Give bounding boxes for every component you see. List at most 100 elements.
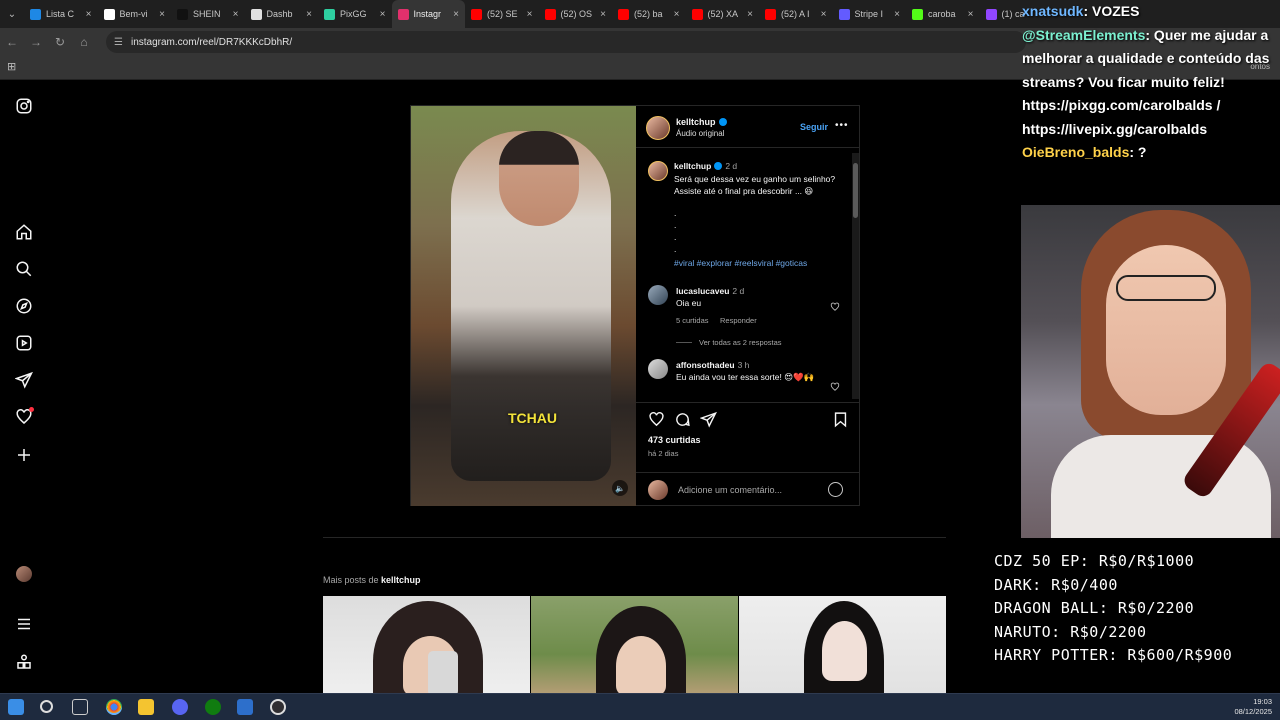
share-icon[interactable]: [699, 411, 717, 428]
create-icon[interactable]: [14, 445, 34, 465]
tab-close-icon[interactable]: ×: [380, 9, 386, 20]
reel-video[interactable]: TCHAU 🔈: [411, 106, 636, 506]
reels-icon[interactable]: [14, 333, 34, 353]
browser-tab[interactable]: SHEIN ×: [171, 0, 245, 28]
likes-count[interactable]: 473 curtidas: [648, 435, 701, 445]
browser-tab[interactable]: Stripe I ×: [833, 0, 907, 28]
comment-avatar[interactable]: [648, 285, 668, 305]
caption-avatar[interactable]: [648, 161, 668, 181]
tab-close-icon[interactable]: ×: [453, 9, 459, 20]
browser-tab[interactable]: Lista C ×: [24, 0, 98, 28]
obs-icon[interactable]: [270, 699, 286, 715]
comment-author[interactable]: affonsothadeu 3 h: [676, 360, 749, 370]
comment-like-icon[interactable]: [830, 379, 840, 391]
tab-favicon-icon: [471, 8, 482, 20]
discord-icon[interactable]: [172, 699, 188, 715]
tab-close-icon[interactable]: ×: [527, 9, 533, 20]
more-posts-author[interactable]: kelltchup: [381, 575, 421, 585]
post-panel: kelltchup Áudio original Seguir ••• kell…: [636, 106, 860, 506]
tab-favicon-icon: [30, 8, 41, 20]
task-view-icon[interactable]: [72, 699, 88, 715]
comment-input[interactable]: Adicione um comentário...: [678, 485, 782, 495]
apps-icon[interactable]: ⊞: [7, 61, 19, 73]
save-icon[interactable]: [832, 411, 849, 428]
post-thumbnail[interactable]: [323, 596, 530, 693]
browser-tab[interactable]: (52) XA ×: [686, 0, 760, 28]
caption-hashtags[interactable]: #viral #explorar #reelsviral #goticas: [674, 257, 807, 269]
notifications-heart-icon[interactable]: [14, 407, 34, 427]
tab-close-icon[interactable]: ×: [86, 9, 92, 20]
file-explorer-icon[interactable]: [138, 699, 154, 715]
home-icon[interactable]: [14, 222, 34, 242]
mute-icon[interactable]: 🔈: [612, 480, 628, 496]
windows-taskbar: 19:03 08/12/2025: [0, 693, 1280, 720]
browser-tab[interactable]: (52) ba ×: [612, 0, 686, 28]
more-options-icon[interactable]: •••: [835, 120, 849, 131]
tab-close-icon[interactable]: ×: [233, 9, 239, 20]
comments-list: kelltchup 2 d Será que dessa vez eu ganho…: [636, 149, 860, 402]
comment-likes[interactable]: 5 curtidas: [676, 316, 709, 325]
messages-icon[interactable]: [14, 370, 34, 390]
comment-icon[interactable]: [674, 411, 691, 428]
comment-avatar[interactable]: [648, 359, 668, 379]
comment-author[interactable]: lucaslucaveu 2 d: [676, 286, 744, 296]
tab-close-icon[interactable]: ×: [306, 9, 312, 20]
reel-post: TCHAU 🔈 kelltchup Áudio original Seguir …: [410, 105, 860, 506]
author-avatar[interactable]: [646, 116, 670, 140]
tab-title: (52) A I: [781, 9, 810, 19]
scrollbar-thumb[interactable]: [853, 163, 858, 218]
explore-icon[interactable]: [14, 296, 34, 316]
browser-tab[interactable]: caroba ×: [906, 0, 980, 28]
comment-like-icon[interactable]: [830, 299, 840, 311]
tab-close-icon[interactable]: ×: [747, 9, 753, 20]
tab-title: caroba: [928, 9, 956, 19]
reload-icon[interactable]: ↻: [48, 28, 72, 56]
instagram-logo-icon[interactable]: [14, 96, 34, 116]
browser-tab[interactable]: Bem-vi ×: [98, 0, 172, 28]
start-icon[interactable]: [8, 699, 24, 715]
tab-favicon-icon: [838, 8, 850, 20]
menu-icon[interactable]: [14, 614, 34, 634]
system-clock[interactable]: 19:03 08/12/2025: [1234, 697, 1272, 717]
emoji-icon[interactable]: [828, 482, 843, 497]
site-info-icon[interactable]: ☰: [114, 37, 123, 48]
forward-icon[interactable]: →: [24, 28, 48, 56]
tab-close-icon[interactable]: ×: [821, 9, 827, 20]
address-bar[interactable]: ☰ instagram.com/reel/DR7KKKcDbhR/: [106, 31, 1026, 53]
browser-tab[interactable]: (52) OS ×: [539, 0, 613, 28]
browser-tab[interactable]: Dashb ×: [245, 0, 319, 28]
follow-button[interactable]: Seguir: [800, 122, 828, 132]
home-icon[interactable]: ⌂: [72, 28, 96, 56]
security-shield-icon[interactable]: [237, 699, 253, 715]
search-icon[interactable]: [14, 259, 34, 279]
browser-tab[interactable]: Instagr ×: [391, 0, 465, 28]
tab-close-icon[interactable]: ×: [674, 9, 680, 20]
browser-tab[interactable]: PixGG ×: [318, 0, 392, 28]
post-thumbnail[interactable]: [531, 596, 738, 693]
search-icon[interactable]: [40, 700, 53, 713]
xbox-icon[interactable]: [205, 699, 221, 715]
tab-close-icon[interactable]: ×: [600, 9, 606, 20]
tab-close-icon[interactable]: ×: [894, 9, 900, 20]
tab-title: Bem-vi: [119, 9, 148, 19]
chrome-icon[interactable]: [106, 699, 122, 715]
caption-dot: .: [674, 208, 677, 218]
like-icon[interactable]: [648, 411, 665, 428]
tab-close-icon[interactable]: ×: [968, 9, 974, 20]
author-username[interactable]: kelltchup: [676, 117, 727, 127]
caption-author[interactable]: kelltchup 2 d: [674, 161, 737, 171]
meta-apps-icon[interactable]: [14, 652, 34, 672]
view-replies-button[interactable]: Ver todas as 2 respostas: [699, 338, 782, 347]
section-divider: [323, 537, 946, 538]
reply-button[interactable]: Responder: [720, 316, 757, 325]
audio-label[interactable]: Áudio original: [676, 129, 724, 138]
post-thumbnail[interactable]: [739, 596, 946, 693]
comments-scrollbar[interactable]: [852, 153, 859, 399]
tab-search-icon[interactable]: ⌄: [0, 0, 24, 28]
back-icon[interactable]: ←: [0, 28, 24, 56]
browser-tab[interactable]: (52) A I ×: [759, 0, 833, 28]
tab-close-icon[interactable]: ×: [159, 9, 165, 20]
browser-tab[interactable]: (52) SE ×: [465, 0, 539, 28]
tab-favicon-icon: [691, 8, 703, 20]
profile-avatar[interactable]: [16, 566, 32, 582]
